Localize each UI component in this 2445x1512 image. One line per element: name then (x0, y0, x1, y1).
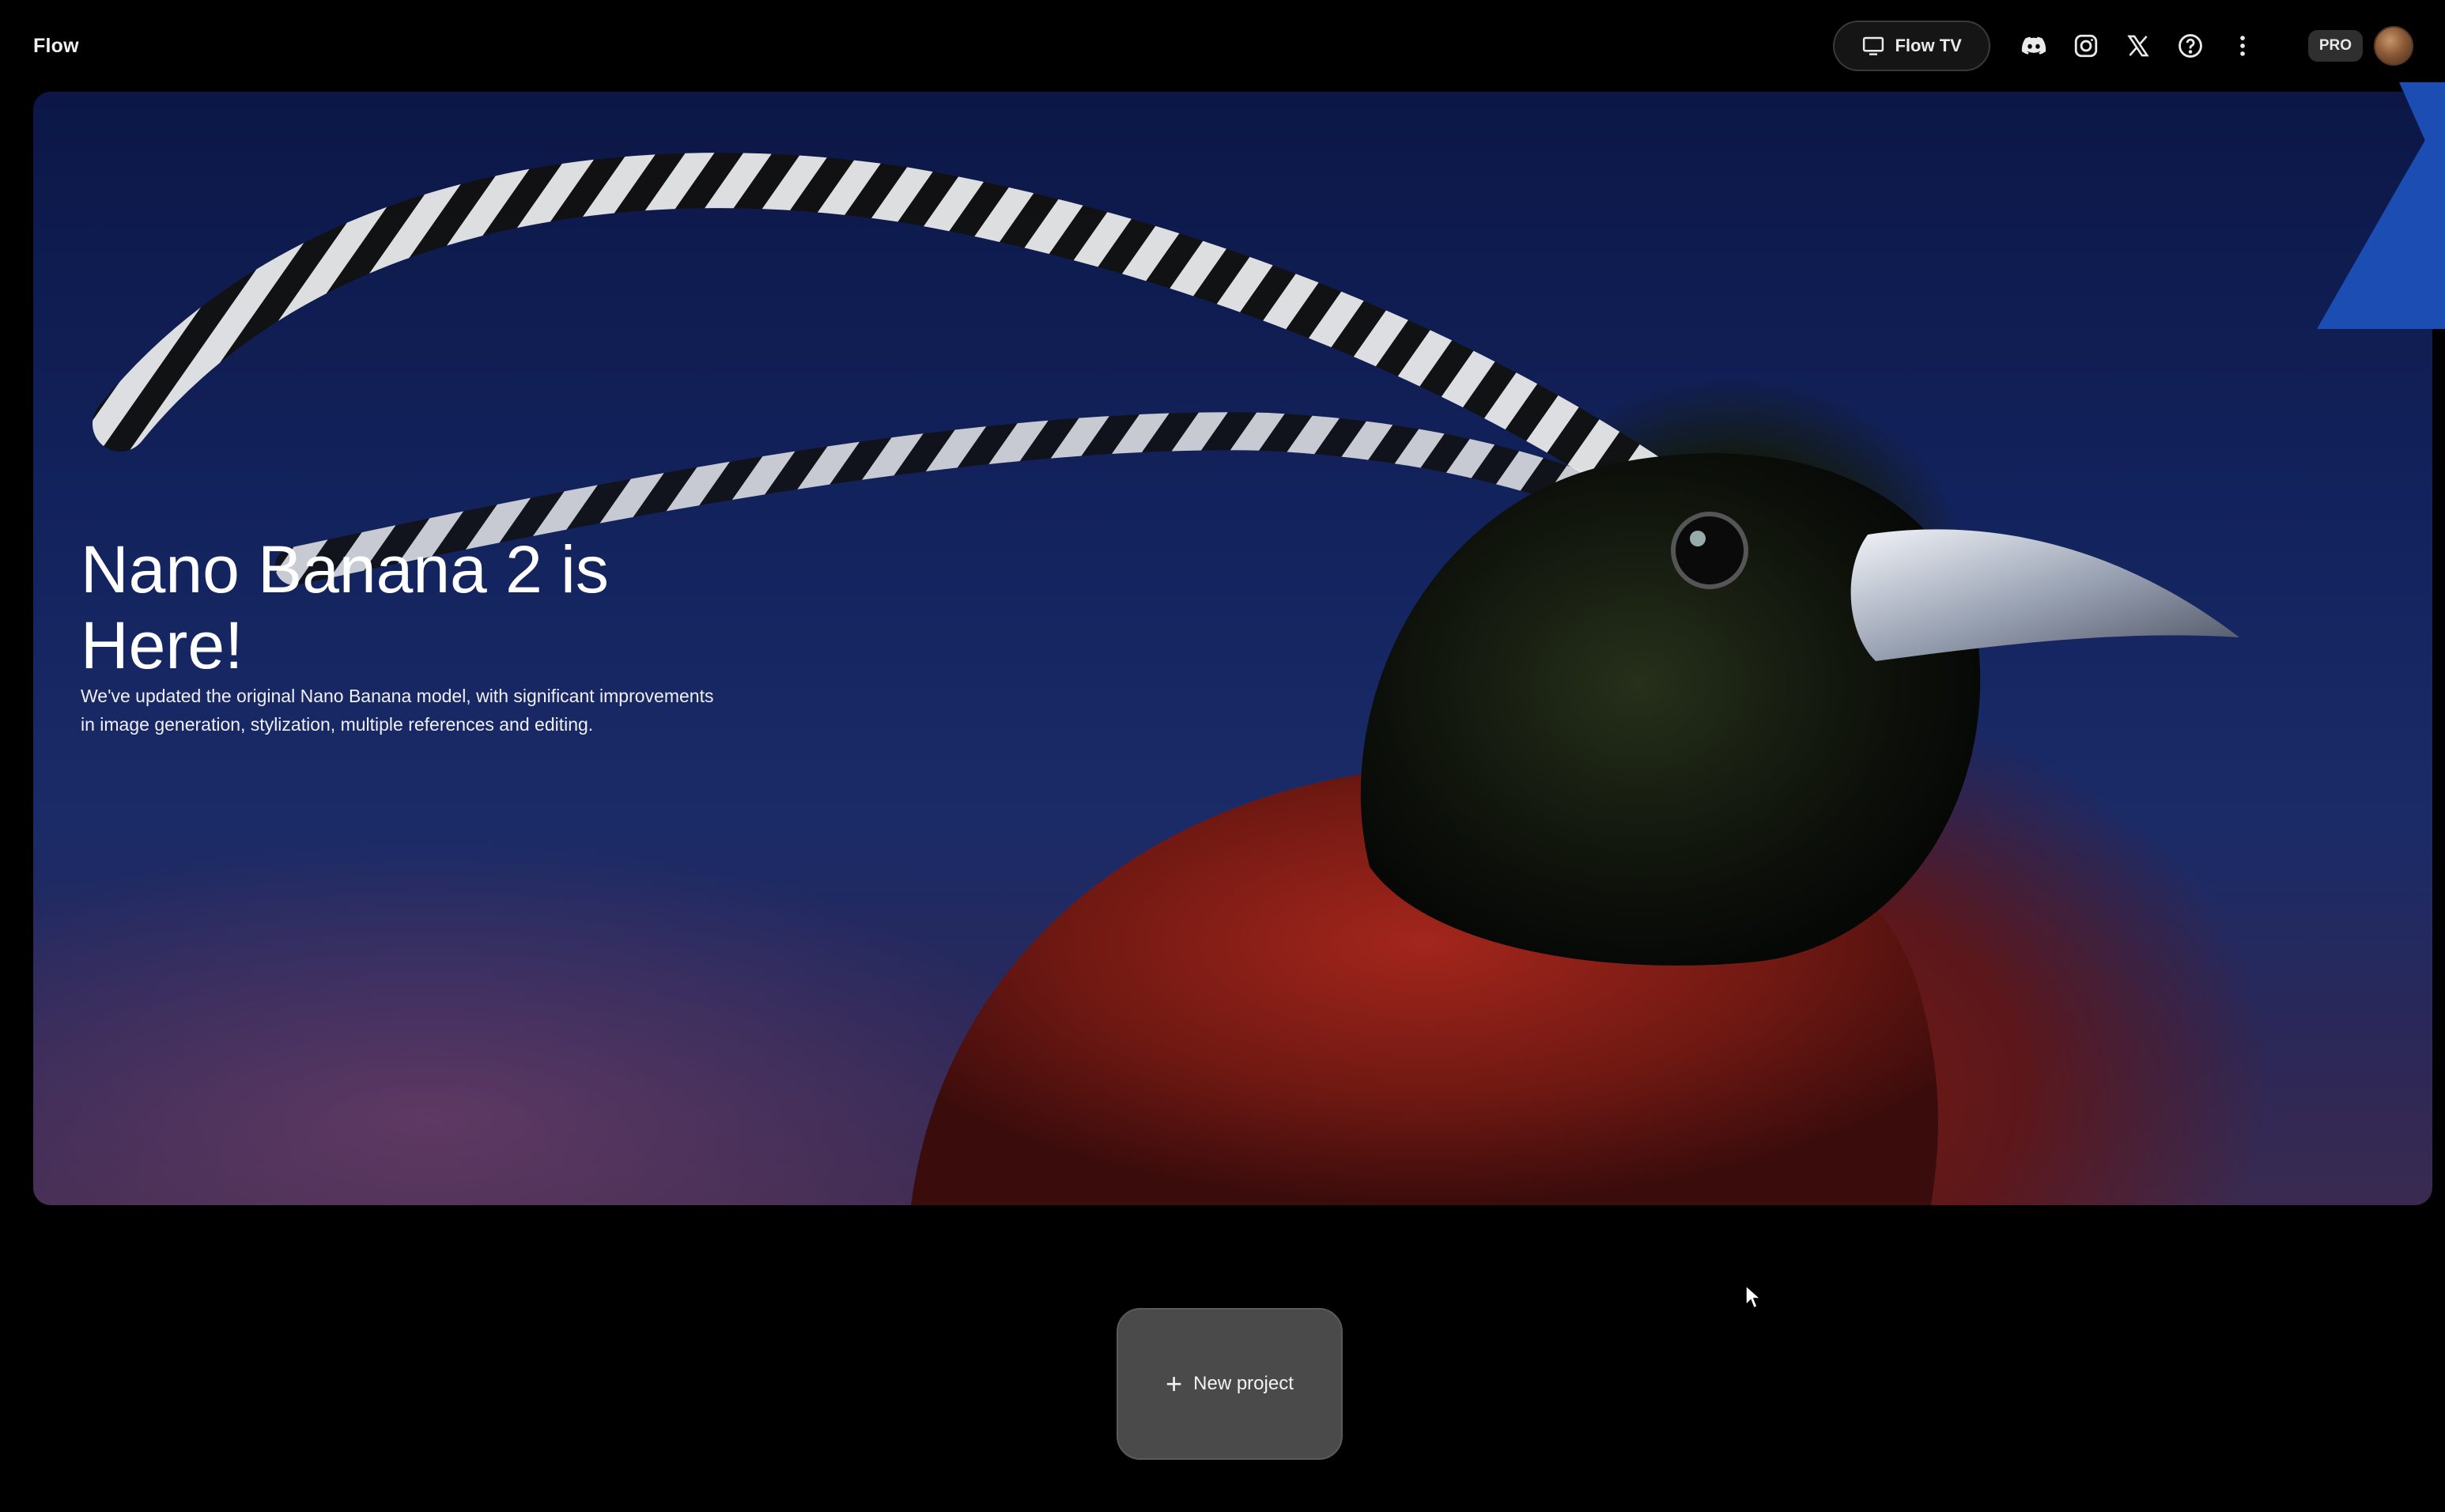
flow-tv-button[interactable]: Flow TV (1833, 21, 1990, 71)
x-icon (2127, 35, 2149, 57)
corner-triangle-decoration (2317, 82, 2445, 329)
top-actions: Flow TV PRO (1833, 20, 2413, 72)
top-bar: Flow Flow TV PRO (0, 0, 2445, 92)
instagram-icon (2074, 34, 2097, 58)
social-icons (2008, 20, 2269, 72)
brand-logo[interactable]: Flow (33, 35, 79, 58)
hero-description: We've updated the original Nano Banana m… (81, 686, 714, 735)
tv-icon (1863, 36, 1884, 55)
help-icon (2178, 34, 2202, 58)
new-project-button[interactable]: + New project (1117, 1308, 1343, 1460)
flow-tv-label: Flow TV (1895, 36, 1962, 55)
avatar[interactable] (2374, 26, 2413, 66)
hero-title: Nano Banana 2 is Here! (81, 532, 609, 682)
x-button[interactable] (2112, 20, 2164, 72)
new-project-label: New project (1193, 1373, 1294, 1394)
flow-home-page: Flow Flow TV PRO Nano Banana 2 is Here! … (0, 0, 2445, 1512)
more-options-button[interactable] (2216, 20, 2269, 72)
discord-icon (2021, 36, 2046, 55)
help-button[interactable] (2164, 20, 2216, 72)
discord-button[interactable] (2008, 20, 2060, 72)
mouse-cursor-icon (1745, 1284, 1762, 1310)
plan-badge: PRO (2307, 30, 2363, 62)
plus-icon: + (1166, 1367, 1183, 1400)
hero-banner[interactable]: Nano Banana 2 is Here! We've updated the… (33, 92, 2432, 1205)
instagram-button[interactable] (2060, 20, 2112, 72)
more-vert-icon (2239, 36, 2245, 56)
